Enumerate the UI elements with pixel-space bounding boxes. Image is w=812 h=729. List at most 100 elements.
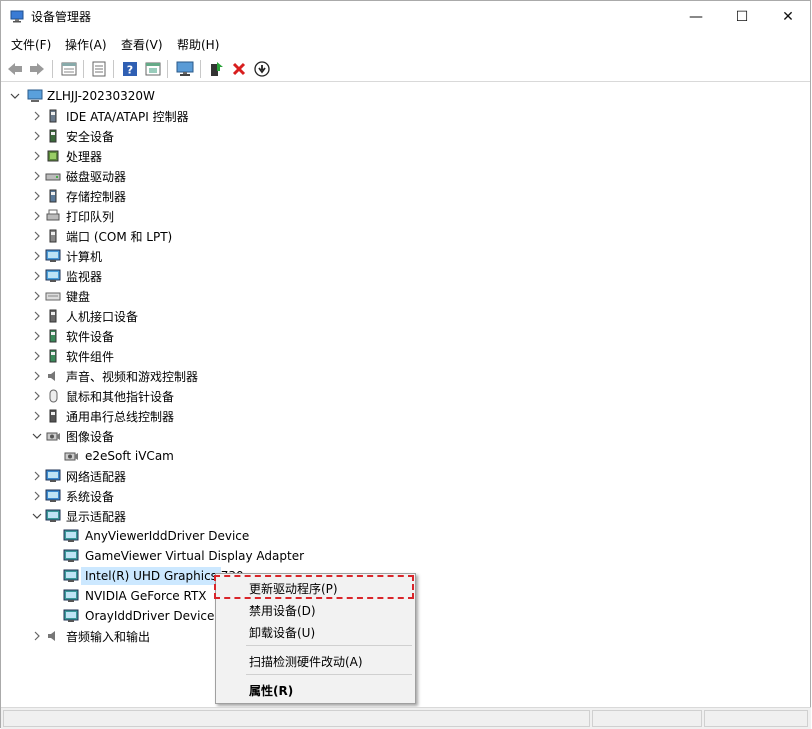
chevron-right-icon[interactable] [31, 266, 43, 286]
tree-category-item[interactable]: 键盘 [1, 286, 421, 306]
scan-hardware-menu-item[interactable]: 扫描检测硬件改动(A) [217, 649, 414, 671]
uninstall-x-icon[interactable] [229, 59, 249, 79]
device-manager-window: 设备管理器 — ☐ ✕ 文件(F) 操作(A) 查看(V) 帮助(H) ? ZL… [0, 0, 811, 729]
tree-item-label: e2eSoft iVCam [85, 449, 174, 463]
toolbar-separator [167, 60, 168, 78]
software-component-icon [49, 349, 57, 363]
chevron-right-icon[interactable] [31, 286, 43, 306]
tree-category-item[interactable]: 显示适配器 [1, 506, 421, 526]
tree-item-label: GameViewer Virtual Display Adapter [85, 549, 305, 563]
tree-category-item[interactable]: 声音、视频和游戏控制器 [1, 366, 421, 386]
chevron-right-icon[interactable] [31, 126, 43, 146]
tree-category-item[interactable]: 处理器 [1, 146, 421, 166]
action-pane-icon[interactable] [143, 59, 163, 79]
tree-item-label: 存储控制器 [66, 189, 127, 204]
tree-category-item[interactable]: 通用串行总线控制器 [1, 406, 421, 426]
tree-category-item[interactable]: 计算机 [1, 246, 421, 266]
menu-separator [246, 674, 412, 675]
disable-device-menu-item[interactable]: 禁用设备(D) [217, 598, 414, 620]
chevron-right-icon[interactable] [31, 386, 43, 406]
tree-item-label: IDE ATA/ATAPI 控制器 [66, 109, 189, 124]
chevron-right-icon[interactable] [31, 226, 43, 246]
tree-category-item[interactable]: 安全设备 [1, 126, 421, 146]
window-title: 设备管理器 [31, 10, 92, 24]
status-cell [3, 710, 590, 727]
back-arrow-icon[interactable] [5, 59, 25, 79]
properties-menu-item[interactable]: 属性(R) [217, 678, 414, 700]
chevron-right-icon[interactable] [31, 206, 43, 226]
display-adapter-icon [63, 609, 79, 622]
tree-item-label: 计算机 [66, 249, 103, 264]
chevron-right-icon[interactable] [31, 166, 43, 186]
maximize-button[interactable]: ☐ [719, 1, 765, 32]
tree-category-item[interactable]: 软件组件 [1, 346, 421, 366]
tree-category-item[interactable]: 磁盘驱动器 [1, 166, 421, 186]
software-device-icon [49, 329, 57, 343]
tree-item-label: 声音、视频和游戏控制器 [66, 369, 199, 384]
processor-icon [47, 150, 59, 162]
usb-icon [49, 409, 57, 423]
tree-category-item[interactable]: 图像设备 [1, 426, 421, 446]
tree-child-item[interactable]: e2eSoft iVCam [1, 446, 421, 466]
view-list-icon[interactable] [89, 59, 109, 79]
update-driver-icon[interactable] [206, 59, 226, 79]
hid-icon [49, 309, 57, 323]
tree-category-item[interactable]: 打印队列 [1, 206, 421, 226]
download-icon[interactable] [252, 59, 272, 79]
menu-help[interactable]: 帮助(H) [177, 36, 219, 53]
tree-category-item[interactable]: IDE ATA/ATAPI 控制器 [1, 106, 421, 126]
chevron-right-icon[interactable] [31, 406, 43, 426]
chevron-right-icon[interactable] [31, 466, 43, 486]
storage-controller-icon [49, 189, 57, 203]
menu-action[interactable]: 操作(A) [65, 36, 107, 53]
display-adapter-icon [63, 569, 79, 582]
forward-arrow-icon[interactable] [27, 59, 47, 79]
tree-item-label: 端口 (COM 和 LPT) [66, 229, 173, 244]
tree-category-item[interactable]: 网络适配器 [1, 466, 421, 486]
tree-root[interactable]: ZLHJJ-20230320W [1, 86, 401, 106]
tree-item-label: 网络适配器 [66, 469, 127, 484]
tree-item-label: AnyViewerIddDriver Device [85, 529, 250, 543]
tree-child-item[interactable]: GameViewer Virtual Display Adapter [1, 546, 421, 566]
chevron-right-icon[interactable] [31, 486, 43, 506]
tree-category-item[interactable]: 鼠标和其他指针设备 [1, 386, 421, 406]
computer-icon [45, 249, 61, 262]
computer-root-icon [27, 89, 43, 102]
menu-separator [246, 645, 412, 646]
speaker-icon [48, 371, 55, 381]
help-icon[interactable]: ? [120, 59, 140, 79]
chevron-right-icon[interactable] [31, 326, 43, 346]
toolbar-separator [200, 60, 201, 78]
menu-file[interactable]: 文件(F) [11, 36, 51, 53]
chevron-down-icon[interactable] [31, 506, 43, 526]
monitor-icon[interactable] [175, 59, 195, 79]
menu-view[interactable]: 查看(V) [121, 36, 163, 53]
audio-io-icon [48, 631, 55, 641]
status-cell [592, 710, 702, 727]
tree-child-item[interactable]: AnyViewerIddDriver Device [1, 526, 421, 546]
close-button[interactable]: ✕ [765, 1, 811, 32]
chevron-right-icon[interactable] [31, 146, 43, 166]
minimize-button[interactable]: — [673, 1, 719, 32]
tree-category-item[interactable]: 软件设备 [1, 326, 421, 346]
properties-icon[interactable] [59, 59, 79, 79]
port-icon [49, 229, 57, 243]
chevron-right-icon[interactable] [31, 626, 43, 646]
tree-item-label: 软件设备 [66, 329, 115, 344]
tree-category-item[interactable]: 监视器 [1, 266, 421, 286]
tree-root-label: ZLHJJ-20230320W [47, 89, 155, 103]
uninstall-device-menu-item[interactable]: 卸载设备(U) [217, 620, 414, 642]
chevron-down-icon[interactable] [9, 86, 21, 106]
chevron-right-icon[interactable] [31, 246, 43, 266]
tree-category-item[interactable]: 人机接口设备 [1, 306, 421, 326]
monitor-icon [45, 269, 61, 282]
chevron-right-icon[interactable] [31, 306, 43, 326]
chevron-right-icon[interactable] [31, 186, 43, 206]
chevron-right-icon[interactable] [31, 366, 43, 386]
tree-category-item[interactable]: 系统设备 [1, 486, 421, 506]
chevron-right-icon[interactable] [31, 106, 43, 126]
tree-category-item[interactable]: 存储控制器 [1, 186, 421, 206]
tree-category-item[interactable]: 端口 (COM 和 LPT) [1, 226, 421, 246]
chevron-right-icon[interactable] [31, 346, 43, 366]
chevron-down-icon[interactable] [31, 426, 43, 446]
